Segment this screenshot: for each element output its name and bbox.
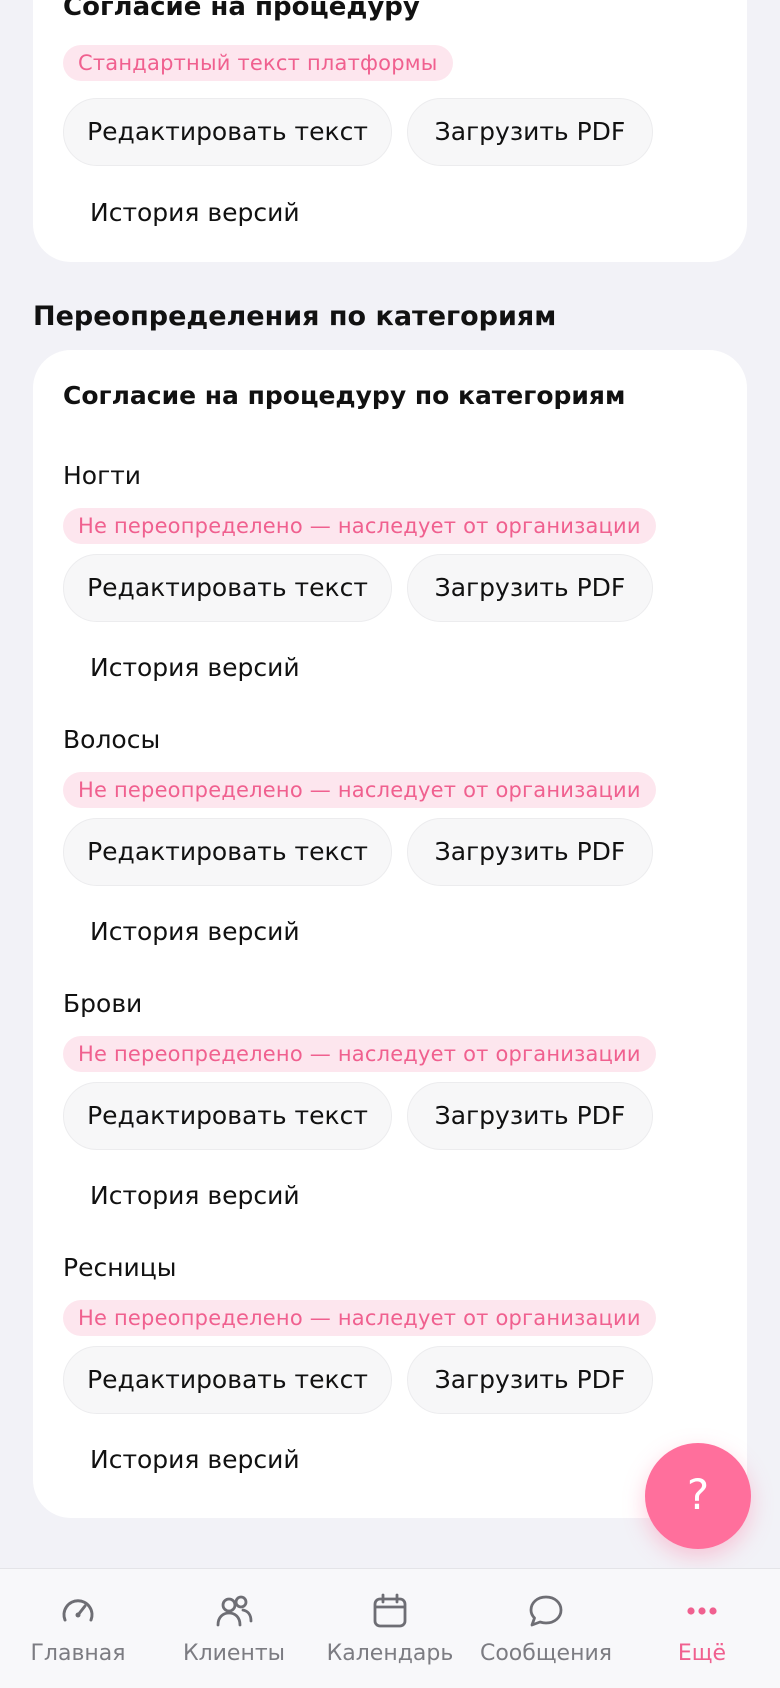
tab-calendar[interactable]: Календарь: [320, 1569, 460, 1688]
edit-text-button[interactable]: Редактировать текст: [63, 1346, 392, 1414]
category-overrides-card: Согласие на процедуру по категориям Ногт…: [33, 350, 747, 1518]
card-title: Согласие на процедуру по категориям: [63, 381, 626, 410]
status-badge: Не переопределено — наследует от организ…: [63, 772, 656, 808]
edit-text-button[interactable]: Редактировать текст: [63, 1082, 392, 1150]
status-badge: Не переопределено — наследует от организ…: [63, 508, 656, 544]
status-badge: Стандартный текст платформы: [63, 45, 453, 81]
gauge-icon: [62, 1599, 94, 1622]
help-icon: ?: [686, 1470, 710, 1519]
tab-clients[interactable]: Клиенты: [164, 1569, 304, 1688]
upload-pdf-button[interactable]: Загрузить PDF: [407, 1346, 653, 1414]
tab-more[interactable]: Ещё: [632, 1569, 772, 1688]
calendar-icon: [373, 1593, 407, 1628]
upload-pdf-button[interactable]: Загрузить PDF: [407, 554, 653, 622]
tab-home[interactable]: Главная: [8, 1569, 148, 1688]
help-button[interactable]: ?: [645, 1443, 751, 1549]
version-history-link[interactable]: История версий: [90, 1445, 300, 1474]
more-dots-icon: [687, 1607, 717, 1615]
chat-bubble-icon: [529, 1595, 563, 1627]
upload-pdf-button[interactable]: Загрузить PDF: [407, 98, 653, 166]
category-name: Ресницы: [63, 1253, 177, 1282]
consent-card: Согласие на процедуру Стандартный текст …: [33, 0, 747, 262]
bottom-tab-bar: Главная Клиенты Календарь Сообщения Ещё: [0, 1568, 780, 1688]
version-history-link[interactable]: История версий: [90, 1181, 300, 1210]
tab-label: Главная: [30, 1641, 126, 1666]
tab-label: Ещё: [677, 1641, 727, 1666]
tab-label: Календарь: [326, 1641, 454, 1666]
version-history-link[interactable]: История версий: [90, 198, 300, 227]
version-history-link[interactable]: История версий: [90, 653, 300, 682]
category-name: Волосы: [63, 725, 161, 754]
tab-messages[interactable]: Сообщения: [476, 1569, 616, 1688]
edit-text-button[interactable]: Редактировать текст: [63, 98, 392, 166]
tab-label: Клиенты: [182, 1641, 286, 1666]
category-name: Брови: [63, 989, 143, 1018]
category-name: Ногти: [63, 461, 142, 490]
upload-pdf-button[interactable]: Загрузить PDF: [407, 818, 653, 886]
status-badge: Не переопределено — наследует от организ…: [63, 1036, 656, 1072]
tab-label: Сообщения: [479, 1641, 613, 1666]
users-icon: [216, 1595, 253, 1627]
edit-text-button[interactable]: Редактировать текст: [63, 554, 392, 622]
section-title: Переопределения по категориям: [33, 301, 557, 332]
status-badge: Не переопределено — наследует от организ…: [63, 1300, 656, 1336]
version-history-link[interactable]: История версий: [90, 917, 300, 946]
consent-card-title: Согласие на процедуру: [63, 0, 420, 22]
upload-pdf-button[interactable]: Загрузить PDF: [407, 1082, 653, 1150]
edit-text-button[interactable]: Редактировать текст: [63, 818, 392, 886]
